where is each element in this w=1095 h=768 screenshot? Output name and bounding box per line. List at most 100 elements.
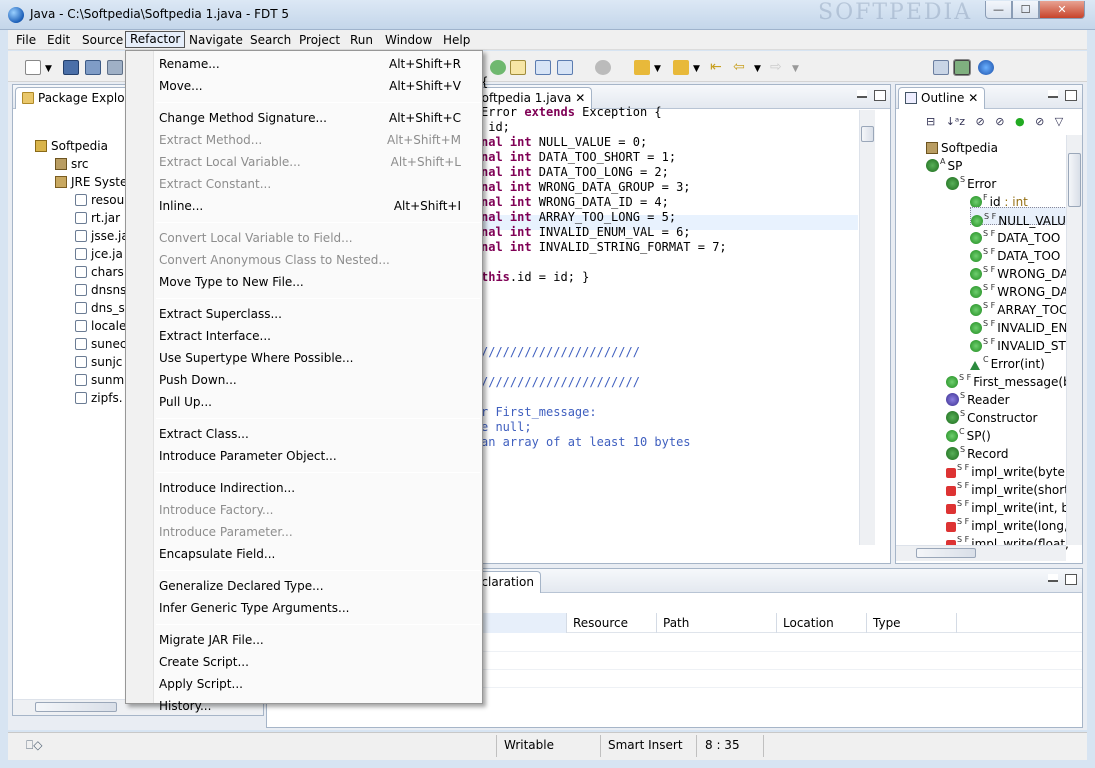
tree-item-jar[interactable]: zipfs. xyxy=(75,389,123,407)
tree-item-jar[interactable]: rt.jar xyxy=(75,209,120,227)
tree-item-jar[interactable]: locale xyxy=(75,317,126,335)
column-header-location[interactable]: Location xyxy=(777,613,867,633)
save-icon[interactable] xyxy=(63,60,79,75)
outline-item[interactable]: S F INVALID_ST xyxy=(970,333,1066,353)
menu-navigate[interactable]: Navigate xyxy=(185,32,247,49)
outline-item[interactable]: S F WRONG_DA xyxy=(970,261,1068,281)
horizontal-scrollbar[interactable] xyxy=(896,545,1066,561)
maximize-icon[interactable] xyxy=(874,90,886,101)
outline-item[interactable]: S F First_message(by xyxy=(946,369,1078,389)
run-icon[interactable] xyxy=(490,60,506,75)
vertical-scrollbar[interactable] xyxy=(1066,135,1082,545)
tree-item-jar[interactable]: sunjc xyxy=(75,353,122,371)
tab-outline[interactable]: Outline ✕ xyxy=(898,87,986,109)
close-button[interactable]: ✕ xyxy=(1039,1,1085,19)
java-perspective-icon[interactable] xyxy=(953,59,971,76)
menu-item-move[interactable]: Move... Alt+Shift+V xyxy=(159,76,479,96)
tree-item-project[interactable]: Softpedia xyxy=(35,137,108,155)
menu-item-move-type-to-new-file[interactable]: Move Type to New File... xyxy=(159,272,479,292)
menu-item-use-supertype-where-possible[interactable]: Use Supertype Where Possible... xyxy=(159,348,479,368)
menu-help[interactable]: Help xyxy=(439,32,474,49)
outline-item[interactable]: Softpedia xyxy=(926,135,998,155)
outline-item[interactable]: S F WRONG_DA xyxy=(970,279,1068,299)
menu-source[interactable]: Source xyxy=(78,32,127,49)
fdt-perspective-icon[interactable] xyxy=(978,60,994,75)
stop-icon[interactable] xyxy=(595,60,611,75)
tree-item-jre[interactable]: JRE Syste xyxy=(55,173,127,191)
menu-item-extract-superclass[interactable]: Extract Superclass... xyxy=(159,304,479,324)
menu-item-inline[interactable]: Inline... Alt+Shift+I xyxy=(159,196,479,216)
minimize-icon[interactable] xyxy=(857,90,867,98)
menu-item-encapsulate-field[interactable]: Encapsulate Field... xyxy=(159,544,479,564)
tree-item-jar[interactable]: chars xyxy=(75,263,124,281)
menu-item-introduce-indirection[interactable]: Introduce Indirection... xyxy=(159,478,479,498)
outline-item[interactable]: S F DATA_TOO xyxy=(970,225,1060,245)
block-select-icon[interactable] xyxy=(535,60,551,75)
back-arrow-icon[interactable]: ⇦ xyxy=(733,58,745,76)
tree-item-jar[interactable]: resou xyxy=(75,191,124,209)
whitespace-icon[interactable] xyxy=(557,60,573,75)
hide-local-types-icon[interactable]: ⊘ xyxy=(1035,115,1044,128)
menu-item-infer-generic-type-arguments[interactable]: Infer Generic Type Arguments... xyxy=(159,598,479,618)
menu-run[interactable]: Run xyxy=(346,32,377,49)
scroll-thumb[interactable] xyxy=(916,548,976,558)
chevron-down-icon[interactable]: ▼ xyxy=(792,60,799,78)
chevron-down-icon[interactable]: ▼ xyxy=(693,60,700,78)
fast-view-icon[interactable]: ⎕◇ xyxy=(26,738,42,753)
tree-item-jar[interactable]: dns_s xyxy=(75,299,125,317)
minimize-button[interactable]: — xyxy=(985,1,1012,19)
outline-item[interactable]: C SP() xyxy=(946,423,991,443)
outline-item[interactable]: S F INVALID_EN xyxy=(970,315,1067,335)
column-header-resource[interactable]: Resource xyxy=(567,613,657,633)
minimize-icon[interactable] xyxy=(1048,90,1058,98)
outline-item[interactable]: S Fimpl_write(int, b xyxy=(946,495,1069,515)
hide-fields-icon[interactable]: ⊘ xyxy=(976,115,985,128)
view-menu-icon[interactable]: ▽ xyxy=(1055,115,1063,128)
scroll-thumb[interactable] xyxy=(1068,153,1081,207)
outline-item[interactable]: S Fimpl_write(byte, xyxy=(946,459,1069,479)
tree-item-jar[interactable]: jce.ja xyxy=(75,245,123,263)
menu-search[interactable]: Search xyxy=(246,32,295,49)
save-all-icon[interactable] xyxy=(85,60,101,75)
print-icon[interactable] xyxy=(107,60,123,75)
new-icon[interactable] xyxy=(25,60,41,75)
outline-item[interactable]: S Fimpl_write(long, xyxy=(946,513,1068,533)
menu-file[interactable]: File xyxy=(12,32,40,49)
chevron-down-icon[interactable]: ▼ xyxy=(45,60,52,78)
forward-arrow-icon[interactable]: ⇨ xyxy=(770,58,782,76)
prev-annotation-icon[interactable] xyxy=(673,60,689,75)
scroll-thumb[interactable] xyxy=(861,126,874,142)
outline-item[interactable]: Fid : int xyxy=(970,189,1028,209)
scroll-thumb[interactable] xyxy=(35,702,117,712)
outline-item[interactable]: S F NULL_VALU xyxy=(970,207,1067,228)
menu-window[interactable]: Window xyxy=(381,32,436,49)
outline-item[interactable]: S F ARRAY_TOC xyxy=(970,297,1067,317)
tree-item-jar[interactable]: dnsns xyxy=(75,281,126,299)
menu-item-create-script[interactable]: Create Script... xyxy=(159,652,479,672)
open-perspective-icon[interactable] xyxy=(933,60,949,75)
menu-edit[interactable]: Edit xyxy=(43,32,74,49)
tree-item-jar[interactable]: jsse.ja xyxy=(75,227,129,245)
maximize-icon[interactable] xyxy=(1065,574,1077,585)
column-header-path[interactable]: Path xyxy=(657,613,777,633)
outline-item[interactable]: S Fimpl_write(short xyxy=(946,477,1069,497)
menu-item-change-method-signature[interactable]: Change Method Signature... Alt+Shift+C xyxy=(159,108,479,128)
menu-item-pull-up[interactable]: Pull Up... xyxy=(159,392,479,412)
menu-item-introduce-parameter-object[interactable]: Introduce Parameter Object... xyxy=(159,446,479,466)
maximize-button[interactable]: ☐ xyxy=(1012,1,1039,19)
maximize-icon[interactable] xyxy=(1065,90,1077,101)
tree-item-jar[interactable]: sunm xyxy=(75,371,124,389)
column-header-type[interactable]: Type xyxy=(867,613,957,633)
menu-item-apply-script[interactable]: Apply Script... xyxy=(159,674,479,694)
chevron-down-icon[interactable]: ▼ xyxy=(754,60,761,78)
chevron-down-icon[interactable]: ▼ xyxy=(654,60,661,78)
next-annotation-icon[interactable] xyxy=(634,60,650,75)
minimize-icon[interactable] xyxy=(1048,574,1058,582)
menu-item-generalize-declared-type[interactable]: Generalize Declared Type... xyxy=(159,576,479,596)
hide-nonpublic-icon[interactable]: ● xyxy=(1015,115,1025,128)
menu-item-extract-interface[interactable]: Extract Interface... xyxy=(159,326,479,346)
menu-refactor[interactable]: Refactor xyxy=(125,31,186,48)
sort-icon[interactable]: ↓ᵃz xyxy=(946,115,965,128)
close-tab-icon[interactable]: ✕ xyxy=(575,91,585,105)
collapse-all-icon[interactable]: ⊟ xyxy=(926,115,935,128)
